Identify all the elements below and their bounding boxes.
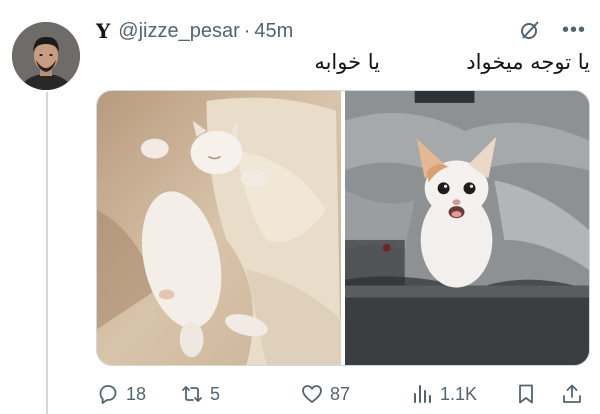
heart-icon: [302, 385, 322, 403]
user-handle[interactable]: @jizze_pesar: [118, 20, 239, 43]
like-count: 87: [330, 383, 351, 404]
bookmark-icon: [519, 384, 533, 404]
more-options-icon[interactable]: •••: [562, 20, 586, 40]
repost-count: 5: [210, 383, 221, 404]
thread-line: [46, 92, 48, 414]
share-button[interactable]: [560, 378, 584, 410]
bookmark-button[interactable]: [514, 378, 538, 410]
tweet-top-actions: •••: [518, 18, 586, 42]
caption-left: یا خوابه: [314, 50, 380, 74]
sleeping-white-kitten-photo: [97, 91, 341, 365]
avatar-image: [12, 22, 80, 90]
caption-right: یا توجه میخواد: [466, 50, 590, 74]
view-count: 1.1K: [440, 383, 478, 404]
tweet-media: [96, 90, 590, 366]
repost-icon: [182, 386, 202, 402]
separator-dot: ·: [243, 19, 251, 42]
tweet-actions: 18 5 87 1.1K: [96, 378, 590, 410]
views-bar-chart-icon: [414, 385, 431, 403]
reply-button[interactable]: 18: [96, 378, 146, 410]
avatar[interactable]: [12, 22, 80, 90]
meowing-calico-kitten-photo: [345, 91, 589, 365]
share-icon: [563, 384, 581, 403]
display-name[interactable]: Y: [96, 19, 110, 43]
repost-button[interactable]: 5: [180, 378, 220, 410]
media-image-right[interactable]: [345, 91, 589, 365]
like-button[interactable]: 87: [300, 378, 350, 410]
reply-icon: [99, 385, 117, 404]
views-button[interactable]: 1.1K: [410, 378, 477, 410]
reply-count: 18: [126, 383, 147, 404]
timestamp[interactable]: 45m: [254, 20, 293, 43]
tweet-text: یا خوابه یا توجه میخواد: [96, 50, 590, 80]
media-image-left[interactable]: [97, 91, 341, 365]
tweet-header: Y @jizze_pesar · 45m: [96, 18, 293, 44]
grok-icon[interactable]: [518, 18, 542, 42]
